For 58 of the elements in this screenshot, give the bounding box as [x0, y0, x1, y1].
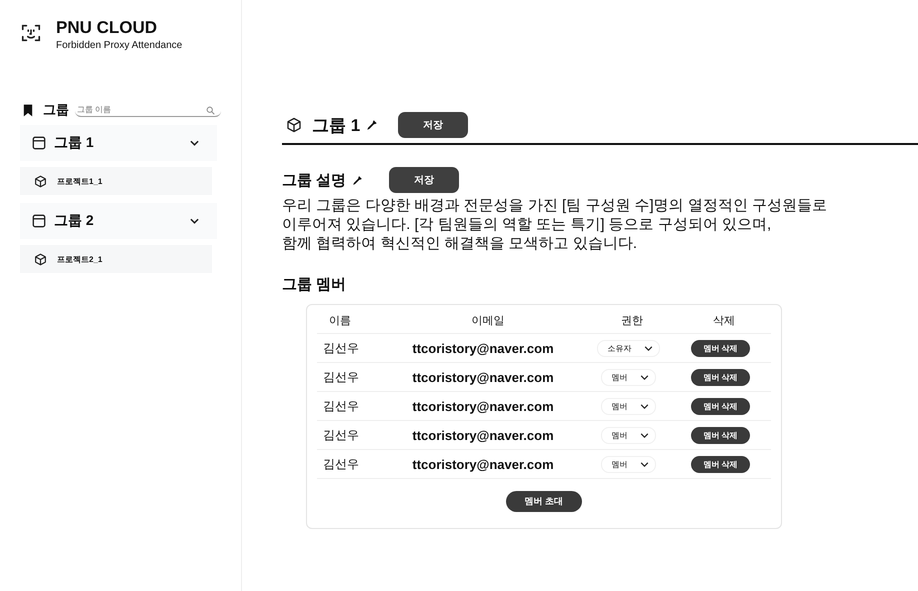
- group-name: 그룹 2: [54, 212, 95, 230]
- save-button[interactable]: 저장: [398, 112, 468, 138]
- delete-button[interactable]: 멤버 삭제: [691, 456, 750, 472]
- table-cell-text: 김선우: [322, 340, 360, 356]
- dropper-icon[interactable]: [352, 174, 364, 186]
- role-dropdown[interactable]: 멤버: [600, 398, 656, 414]
- chevron-icon: [640, 374, 648, 380]
- cube-icon: [34, 174, 47, 188]
- group-title: 그룹 1: [312, 114, 360, 136]
- table-cell-text: 김선우: [322, 398, 360, 414]
- group-item[interactable]: 그룹 1: [20, 125, 217, 161]
- role-dropdown[interactable]: 멤버: [600, 456, 656, 472]
- column-header: 이름: [328, 314, 352, 328]
- role-dropdown[interactable]: 멤버: [600, 368, 656, 386]
- table-cell-text: 김선우: [322, 368, 360, 386]
- table-cell-text: ttcoristory@naver.com: [411, 456, 555, 472]
- group-name: 그룹 1: [54, 134, 95, 152]
- chevron-icon[interactable]: [190, 140, 199, 146]
- section-heading: 그룹 설명: [282, 170, 346, 190]
- search-field[interactable]: 그룹 이름: [75, 103, 221, 117]
- invite-button[interactable]: 멤버 초대: [506, 491, 582, 512]
- app-title: PNU CLOUD: [56, 18, 158, 38]
- delete-button[interactable]: 멤버 삭제: [691, 340, 750, 356]
- column-header: 삭제: [712, 314, 736, 328]
- window-icon: [32, 136, 46, 150]
- group-item[interactable]: 그룹 2: [20, 203, 217, 239]
- project-item[interactable]: 프로젝트2_1: [20, 245, 212, 273]
- chevron-icon: [640, 404, 648, 408]
- group-description: 우리 그룹은 다양한 배경과 전문성을 가진 [팀 구성원 수]명의 열정적인 구성원들로 이루어져 있습니다. [각 팀원들의 역할 또는 특기] 등으로 구성되어 있으며, 함께 협력하여 혁신적인 해결책을 모색하고 있습니다.: [282, 196, 828, 253]
- table-cell-text: 김선우: [322, 426, 360, 444]
- window-icon: [32, 214, 46, 228]
- chevron-icon: [640, 432, 648, 438]
- delete-button[interactable]: 멤버 삭제: [691, 368, 750, 386]
- delete-button[interactable]: 멤버 삭제: [691, 426, 750, 444]
- chevron-icon[interactable]: [190, 218, 199, 224]
- column-header: 권한: [620, 314, 644, 328]
- delete-button[interactable]: 멤버 삭제: [691, 398, 750, 414]
- column-header: 이메일: [470, 314, 506, 328]
- section-heading: 그룹 멤버: [282, 275, 348, 294]
- table-cell-text: ttcoristory@naver.com: [411, 398, 555, 414]
- role-dropdown[interactable]: 소유자: [596, 340, 660, 356]
- sidebar-heading: 그룹: [43, 101, 69, 119]
- table-cell-text: ttcoristory@naver.com: [411, 428, 555, 442]
- dropper-icon[interactable]: [366, 119, 378, 131]
- search-icon: [206, 106, 215, 115]
- face-scan-icon: [20, 22, 42, 44]
- table-cell-text: 김선우: [322, 456, 360, 472]
- project-item[interactable]: 프로젝트1_1: [20, 167, 212, 195]
- bookmark-icon: [23, 104, 33, 116]
- table-cell-text: ttcoristory@naver.com: [411, 370, 555, 384]
- table-cell-text: ttcoristory@naver.com: [411, 340, 555, 356]
- role-dropdown[interactable]: 멤버: [600, 426, 656, 444]
- app-subtitle: Forbidden Proxy Attendance: [56, 40, 182, 51]
- save-button[interactable]: 저장: [389, 167, 460, 193]
- chevron-icon: [644, 346, 652, 350]
- chevron-icon: [640, 462, 648, 466]
- cube-icon: [286, 117, 302, 133]
- cube-icon: [34, 252, 47, 266]
